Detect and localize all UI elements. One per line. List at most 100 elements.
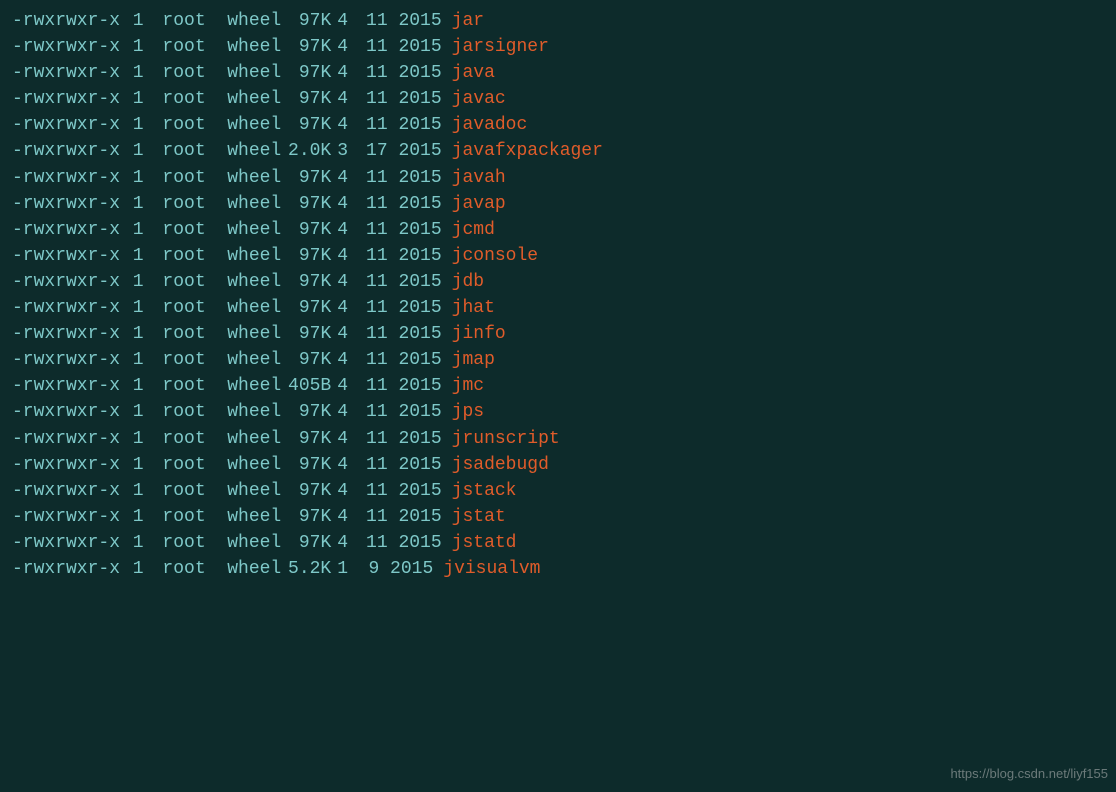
table-row: -rwxrwxr-x 1 root wheel 97K 4 11 2015 ja… [12,86,1104,112]
group: wheel [206,556,282,582]
links: 1 [122,86,144,112]
permissions: -rwxrwxr-x [12,295,122,321]
owner: root [152,556,206,582]
filename: javap [452,191,506,217]
filename: jstat [452,504,506,530]
owner: root [152,321,206,347]
group: wheel [206,530,282,556]
year: 2015 [388,399,442,425]
filename: javadoc [452,112,528,138]
group: wheel [206,269,282,295]
day: 11 [355,217,387,243]
year: 2015 [388,60,442,86]
filename: java [452,60,495,86]
table-row: -rwxrwxr-x 1 root wheel 97K 4 11 2015 jm… [12,347,1104,373]
owner: root [152,60,206,86]
filename: jcmd [452,217,495,243]
owner: root [152,530,206,556]
day: 9 [355,556,379,582]
year: 2015 [388,347,442,373]
size: 97K [281,217,331,243]
permissions: -rwxrwxr-x [12,452,122,478]
day: 11 [355,426,387,452]
day: 11 [355,60,387,86]
month: 4 [337,452,355,478]
month: 4 [337,347,355,373]
owner: root [152,373,206,399]
year: 2015 [388,165,442,191]
day: 11 [355,8,387,34]
group: wheel [206,8,282,34]
permissions: -rwxrwxr-x [12,347,122,373]
filename: jarsigner [452,34,549,60]
month: 4 [337,86,355,112]
size: 2.0K [281,138,331,164]
owner: root [152,504,206,530]
filename: javac [452,86,506,112]
month: 4 [337,8,355,34]
year: 2015 [388,112,442,138]
links: 1 [122,321,144,347]
table-row: -rwxrwxr-x 1 root wheel 2.0K 3 17 2015 j… [12,138,1104,164]
filename: jmc [452,373,484,399]
links: 1 [122,399,144,425]
filename: jmap [452,347,495,373]
group: wheel [206,165,282,191]
permissions: -rwxrwxr-x [12,321,122,347]
size: 97K [281,165,331,191]
group: wheel [206,373,282,399]
month: 4 [337,426,355,452]
terminal-output: -rwxrwxr-x 1 root wheel 97K 4 11 2015 ja… [12,8,1104,582]
size: 97K [281,426,331,452]
group: wheel [206,426,282,452]
filename: jstatd [452,530,517,556]
year: 2015 [388,504,442,530]
month: 4 [337,504,355,530]
links: 1 [122,373,144,399]
permissions: -rwxrwxr-x [12,373,122,399]
size: 97K [281,321,331,347]
day: 11 [355,399,387,425]
month: 1 [337,556,355,582]
year: 2015 [388,452,442,478]
group: wheel [206,112,282,138]
table-row: -rwxrwxr-x 1 root wheel 97K 4 11 2015 jh… [12,295,1104,321]
links: 1 [122,478,144,504]
permissions: -rwxrwxr-x [12,217,122,243]
links: 1 [122,217,144,243]
month: 4 [337,217,355,243]
day: 11 [355,321,387,347]
year: 2015 [388,321,442,347]
size: 97K [281,347,331,373]
month: 4 [337,191,355,217]
owner: root [152,138,206,164]
month: 4 [337,60,355,86]
size: 97K [281,269,331,295]
year: 2015 [388,138,442,164]
size: 97K [281,86,331,112]
links: 1 [122,556,144,582]
month: 4 [337,373,355,399]
year: 2015 [388,86,442,112]
permissions: -rwxrwxr-x [12,8,122,34]
day: 11 [355,530,387,556]
day: 11 [355,295,387,321]
filename: javah [452,165,506,191]
day: 11 [355,86,387,112]
filename: jsadebugd [452,452,549,478]
year: 2015 [388,295,442,321]
day: 11 [355,269,387,295]
group: wheel [206,504,282,530]
filename: jinfo [452,321,506,347]
group: wheel [206,34,282,60]
day: 11 [355,165,387,191]
year: 2015 [388,243,442,269]
table-row: -rwxrwxr-x 1 root wheel 97K 4 11 2015 jc… [12,243,1104,269]
table-row: -rwxrwxr-x 1 root wheel 97K 4 11 2015 ja… [12,8,1104,34]
table-row: -rwxrwxr-x 1 root wheel 97K 4 11 2015 js… [12,530,1104,556]
owner: root [152,478,206,504]
day: 11 [355,191,387,217]
table-row: -rwxrwxr-x 1 root wheel 97K 4 11 2015 ja… [12,112,1104,138]
size: 97K [281,34,331,60]
owner: root [152,165,206,191]
